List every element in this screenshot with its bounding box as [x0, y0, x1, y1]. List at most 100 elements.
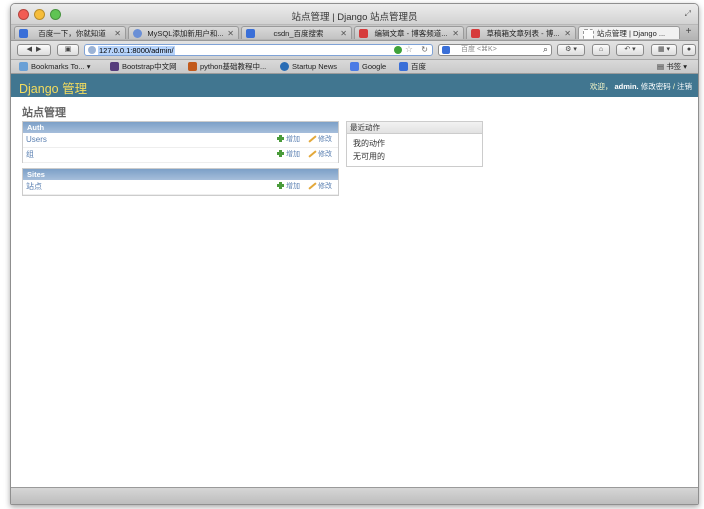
model-row-groups: 组 增加 修改 [23, 148, 338, 163]
pencil-icon [308, 182, 316, 189]
history-button[interactable]: ↶ ▾ [616, 44, 644, 56]
tab-close-icon[interactable]: ✕ [340, 27, 347, 39]
folder-icon [19, 62, 28, 71]
csdn-icon [471, 29, 480, 38]
pencil-icon [308, 150, 316, 157]
page-icon: ▣ [64, 46, 72, 53]
addon-icon: ● [686, 46, 692, 53]
tab-django-admin[interactable]: 站点管理 | Django ... [578, 26, 680, 39]
module-caption[interactable]: Auth [23, 122, 338, 133]
new-tab-button[interactable]: + [682, 26, 695, 39]
change-label: 修改 [318, 183, 332, 190]
tab-label: 站点管理 | Django ... [596, 29, 666, 38]
logout-link[interactable]: 注销 [677, 82, 692, 91]
add-icon [277, 182, 284, 189]
startup-news-icon [280, 62, 289, 71]
tab-baidu-home[interactable]: 百度一下，你就知道 ✕ [14, 26, 126, 39]
tab-mysql[interactable]: MySQL添加新用户和... ✕ [128, 26, 239, 39]
tab-label: 草稿箱文章列表 - 博... [486, 29, 560, 38]
bookmark-bootstrap[interactable]: Bootstrap中文网 [110, 61, 177, 72]
page-content: Django 管理 欢迎， admin. 修改密码 / 注销 站点管理 Auth… [11, 74, 698, 487]
browser-window: 站点管理 | Django 站点管理员 ⤢ 百度一下，你就知道 ✕ MySQL添… [10, 3, 699, 505]
baidu-icon [399, 62, 408, 71]
module-auth: Auth Users 增加 修改 组 增加 修改 [22, 121, 339, 163]
tab-bar: 百度一下，你就知道 ✕ MySQL添加新用户和... ✕ csdn_百度搜索 ✕… [11, 25, 698, 41]
tab-close-icon[interactable]: ✕ [227, 27, 234, 39]
bookmark-python[interactable]: python基础教程中... [188, 61, 266, 72]
change-label: 修改 [318, 136, 332, 143]
add-users-link[interactable]: 增加 [277, 133, 300, 147]
model-link-groups[interactable]: 组 [26, 148, 34, 162]
puzzle-icon: ⚙ ▾ [565, 46, 577, 53]
tab-close-icon[interactable]: ✕ [114, 27, 121, 39]
back-icon[interactable]: ◀ [27, 46, 32, 53]
change-label: 修改 [318, 151, 332, 158]
bookmark-google[interactable]: Google [350, 61, 386, 72]
bookmark-label: Google [362, 62, 387, 71]
add-sites-link[interactable]: 增加 [277, 180, 300, 194]
python-icon [188, 62, 197, 71]
add-groups-link[interactable]: 增加 [277, 148, 300, 162]
tab-label: csdn_百度搜索 [273, 29, 324, 38]
google-icon [350, 62, 359, 71]
bookmark-folder[interactable]: Bookmarks To... ▾ [19, 61, 91, 72]
home-icon: ⌂ [598, 46, 604, 53]
home-button[interactable]: ⌂ [592, 44, 610, 56]
bookmark-label: Startup News [292, 62, 338, 71]
module-caption[interactable]: Sites [23, 169, 338, 180]
bookmark-label: Bootstrap中文网 [122, 62, 177, 71]
search-bar[interactable]: 百度 <⌘K> ⌕ [438, 44, 552, 56]
go-icon[interactable] [394, 46, 402, 54]
bootstrap-icon [110, 62, 119, 71]
search-input[interactable]: 百度 <⌘K> [461, 45, 497, 55]
tab-drafts[interactable]: 草稿箱文章列表 - 博... ✕ [466, 26, 576, 39]
add-label: 增加 [286, 183, 300, 190]
baidu-icon [246, 29, 255, 38]
reload-icon[interactable]: ↻ [421, 45, 428, 54]
addon-button[interactable]: ● [682, 44, 696, 56]
add-label: 增加 [286, 151, 300, 158]
extension-button[interactable]: ⚙ ▾ [557, 44, 585, 56]
tab-edit-article[interactable]: 编辑文章 - 博客频道... ✕ [354, 26, 464, 39]
change-groups-link[interactable]: 修改 [308, 148, 332, 162]
model-link-sites[interactable]: 站点 [26, 180, 42, 194]
bookmarks-menu-icon: ▤ [657, 62, 665, 71]
pencil-icon [308, 135, 316, 142]
no-actions-text: 无可用的 [353, 152, 385, 161]
star-icon[interactable]: ☆ [405, 44, 413, 55]
add-icon [277, 150, 284, 157]
separator: / [672, 82, 675, 91]
baidu-icon[interactable] [442, 46, 450, 54]
tab-csdn-search[interactable]: csdn_百度搜索 ✕ [241, 26, 352, 39]
history-icon: ↶ ▾ [624, 46, 636, 53]
site-branding[interactable]: Django 管理 [19, 78, 87, 97]
tab-label: 百度一下，你就知道 [38, 29, 106, 38]
fullscreen-icon[interactable]: ⤢ [685, 9, 691, 19]
change-password-link[interactable]: 修改密码 [641, 82, 671, 91]
change-sites-link[interactable]: 修改 [308, 180, 332, 194]
navigation-toolbar: ◀ ▶ ▣ 127.0.0.1:8000/admin/ ☆ ↻ 百度 <⌘K> … [11, 41, 698, 60]
apps-button[interactable]: ▦ ▾ [651, 44, 677, 56]
bookmark-label: Bookmarks To... [31, 62, 85, 71]
bookmark-baidu[interactable]: 百度 [399, 61, 426, 72]
model-row-sites: 站点 增加 修改 [23, 180, 338, 195]
bookmarks-menu[interactable]: ▤ 书签 ▾ [657, 61, 687, 72]
tab-close-icon[interactable]: ✕ [564, 27, 571, 39]
bookmark-startup-news[interactable]: Startup News [280, 61, 337, 72]
user-tools: 欢迎， admin. 修改密码 / 注销 [590, 81, 692, 92]
model-row-users: Users 增加 修改 [23, 133, 338, 148]
bookmark-page-button[interactable]: ▣ [57, 44, 79, 56]
globe-icon [88, 46, 96, 54]
add-label: 增加 [286, 136, 300, 143]
tab-close-icon[interactable]: ✕ [452, 27, 459, 39]
tab-label: 编辑文章 - 博客频道... [374, 29, 448, 38]
tab-label: MySQL添加新用户和... [147, 29, 224, 38]
grid-icon: ▦ ▾ [657, 46, 671, 53]
model-link-users[interactable]: Users [26, 133, 47, 147]
back-forward-buttons[interactable]: ◀ ▶ [17, 44, 51, 56]
forward-icon[interactable]: ▶ [36, 46, 41, 53]
url-input[interactable]: 127.0.0.1:8000/admin/ [98, 46, 175, 55]
address-bar[interactable]: 127.0.0.1:8000/admin/ ☆ ↻ [84, 44, 433, 56]
search-icon[interactable]: ⌕ [543, 44, 548, 55]
change-users-link[interactable]: 修改 [308, 133, 332, 147]
